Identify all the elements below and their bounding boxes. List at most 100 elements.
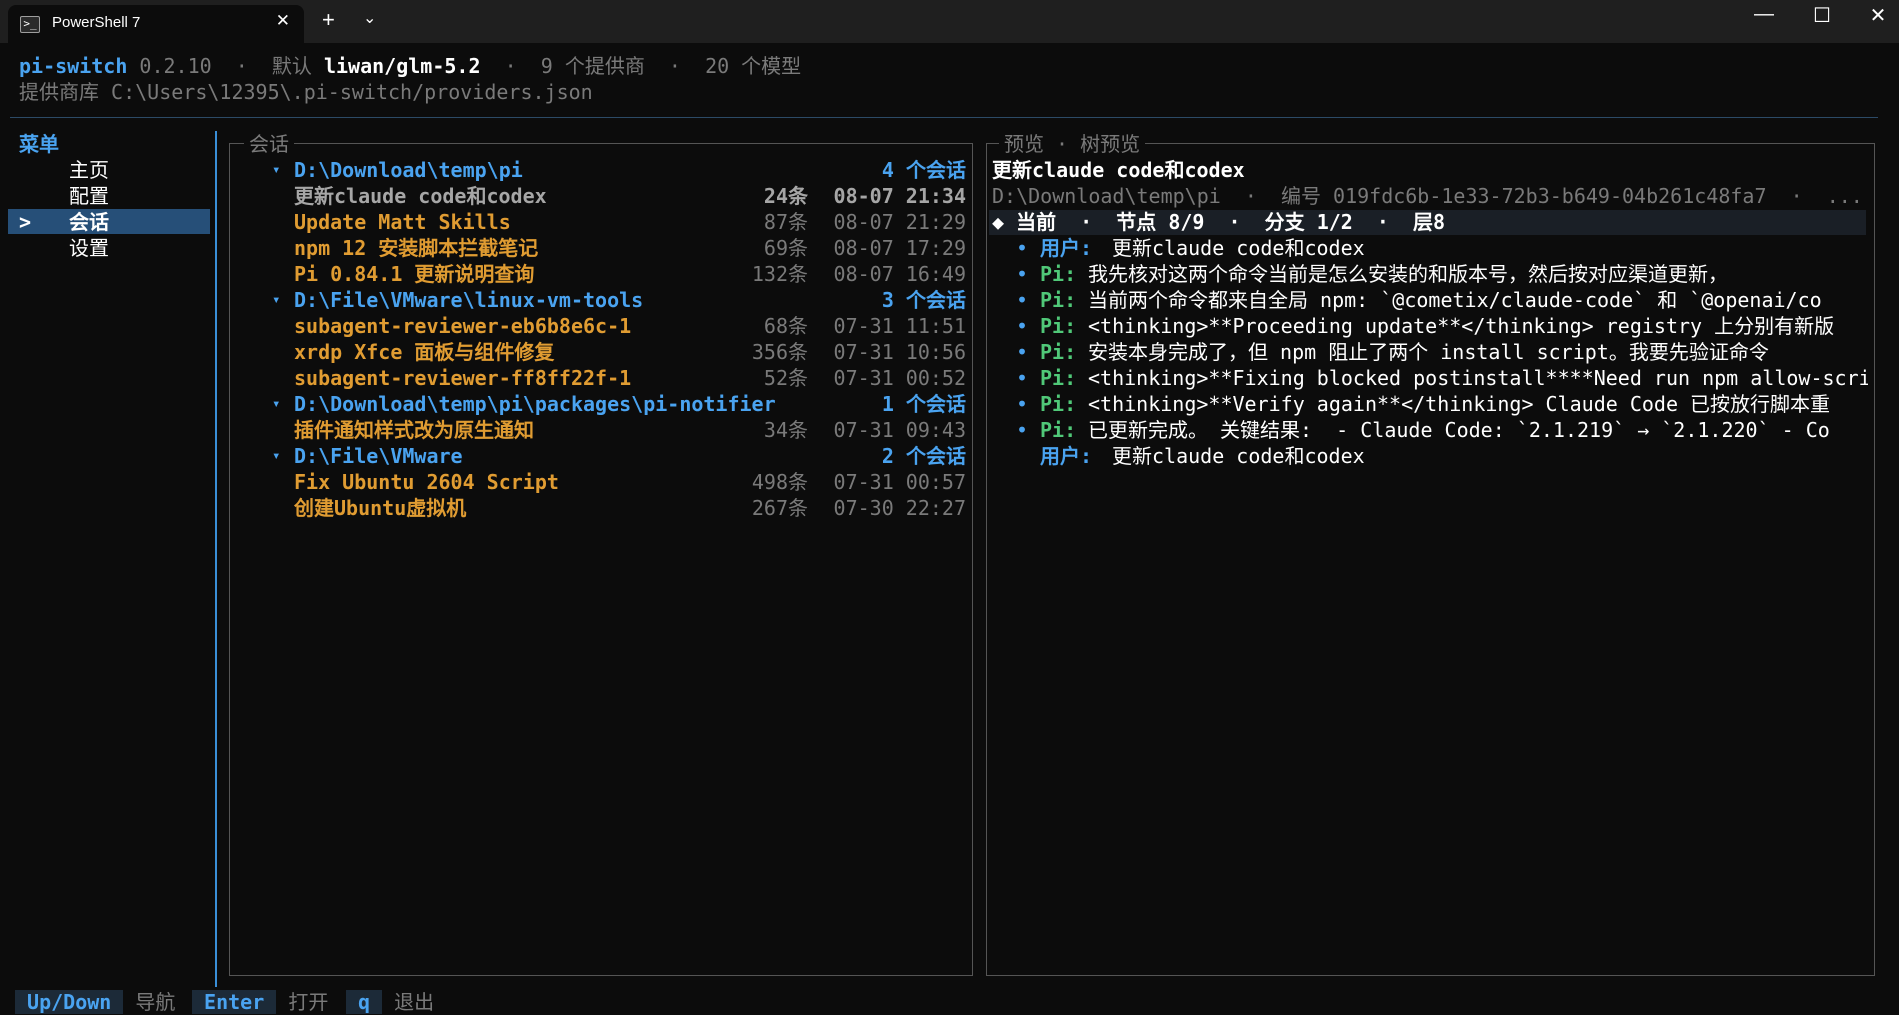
- default-label: 默认: [271, 54, 312, 78]
- session-time: 07-30 22:27: [833, 496, 966, 520]
- maximize-button[interactable]: ☐: [1802, 3, 1842, 28]
- session-row[interactable]: npm 12 安装脚本拦截笔记 69条 08-07 17:29: [294, 235, 966, 261]
- session-msg-count: 87条: [763, 210, 808, 234]
- session-time: 08-07 21:29: [833, 210, 966, 234]
- repo-label: 提供商库: [19, 80, 99, 104]
- session-group-count: 4 个会话: [881, 158, 966, 182]
- session-name: xrdp Xfce 面板与组件修复: [294, 340, 555, 364]
- preview-message[interactable]: • Pi: <thinking>**Verify again**</thinking…: [1016, 391, 1868, 417]
- session-row[interactable]: subagent-reviewer-eb6b8e6c-1 68条 07-31 11:…: [294, 313, 966, 339]
- preview-message[interactable]: • Pi: 当前两个命令都来自全局 npm: `@cometix/claude-co…: [1016, 287, 1868, 313]
- role-pi: Pi:: [1040, 262, 1077, 286]
- message-text: <thinking>**Fixing blocked postinstall**…: [1088, 366, 1868, 390]
- separator: ·: [668, 54, 681, 78]
- preview-message[interactable]: • Pi: <thinking>**Proceeding update**</thi…: [1016, 313, 1868, 339]
- session-name: subagent-reviewer-ff8ff22f-1: [294, 366, 632, 390]
- powershell-icon: >_: [20, 16, 40, 33]
- current-node-line: ◆ 当前 · 节点 8/9 · 分支 1/2 · 层8: [992, 210, 1446, 234]
- session-time: 07-31 09:43: [833, 418, 966, 442]
- close-window-button[interactable]: ✕: [1858, 3, 1898, 28]
- footer-shortcut[interactable]: Enter 打开: [192, 989, 328, 1015]
- menu-item-config[interactable]: 配置: [69, 183, 109, 209]
- message-text: 安装本身完成了，但 npm 阻止了两个 install script。我要先验证…: [1088, 340, 1769, 364]
- session-row[interactable]: Fix Ubuntu 2604 Script 498条 07-31 00:57: [294, 469, 966, 495]
- session-row[interactable]: 创建Ubuntu虚拟机 267条 07-30 22:27: [294, 495, 966, 521]
- session-msg-count: 132条: [751, 262, 808, 286]
- menu-item-home[interactable]: 主页: [69, 157, 109, 183]
- menu-divider: [215, 131, 217, 987]
- preview-message[interactable]: • Pi: <thinking>**Fixing blocked postinsta…: [1016, 365, 1868, 391]
- preview-message[interactable]: 用户: 更新claude code和codex: [1016, 443, 1868, 469]
- role-pi: Pi:: [1040, 366, 1077, 390]
- bullet-icon: •: [1016, 288, 1029, 312]
- tab-dropdown-icon[interactable]: ⌄: [363, 8, 376, 28]
- session-time: 07-31 00:57: [833, 470, 966, 494]
- new-tab-button[interactable]: +: [322, 7, 335, 33]
- expand-arrow-icon[interactable]: ▾: [272, 157, 280, 183]
- message-text: 当前两个命令都来自全局 npm: `@cometix/claude-code` …: [1088, 288, 1822, 312]
- menu-selection-highlight: [8, 209, 210, 234]
- footer-shortcut[interactable]: q 退出: [346, 989, 434, 1015]
- bullet-icon: •: [1016, 418, 1029, 442]
- role-user: 用户:: [1040, 444, 1093, 468]
- header-divider: [10, 117, 1878, 118]
- session-row[interactable]: subagent-reviewer-ff8ff22f-1 52条 07-31 00:…: [294, 365, 966, 391]
- minimize-button[interactable]: —: [1744, 3, 1784, 26]
- menu-item-sessions[interactable]: 会话: [69, 209, 109, 235]
- expand-arrow-icon[interactable]: ▾: [272, 443, 280, 469]
- header-line: pi-switch 0.2.10 · 默认 liwan/glm-5.2 · 9 …: [19, 53, 801, 79]
- bullet-icon: •: [1016, 366, 1029, 390]
- session-row[interactable]: 插件通知样式改为原生通知 34条 07-31 09:43: [294, 417, 966, 443]
- session-msg-count: 68条: [763, 314, 808, 338]
- session-row[interactable]: 更新claude code和codex 24条 08-07 21:34: [294, 183, 966, 209]
- session-name: Fix Ubuntu 2604 Script: [294, 470, 559, 494]
- session-msg-count: 52条: [763, 366, 808, 390]
- bullet-icon: •: [1016, 262, 1029, 286]
- app-version: 0.2.10: [139, 54, 212, 78]
- session-name: 插件通知样式改为原生通知: [294, 418, 534, 442]
- message-text: 已更新完成。 关键结果: - Claude Code: `2.1.219` → …: [1088, 418, 1830, 442]
- session-time: 08-07 17:29: [833, 236, 966, 260]
- session-group-row[interactable]: ▾ D:\File\VMware 2 个会话: [272, 443, 966, 469]
- role-pi: Pi:: [1040, 288, 1077, 312]
- session-group-row[interactable]: ▾ D:\File\VMware\linux-vm-tools 3 个会话: [272, 287, 966, 313]
- session-group-row[interactable]: ▾ D:\Download\temp\pi 4 个会话: [272, 157, 966, 183]
- session-name: npm 12 安装脚本拦截笔记: [294, 236, 539, 260]
- app-name: pi-switch: [19, 54, 128, 78]
- session-msg-count: 356条: [751, 340, 808, 364]
- message-text: <thinking>**Proceeding update**</thinkin…: [1088, 314, 1835, 338]
- session-name: Update Matt Skills: [294, 210, 511, 234]
- session-group-path: D:\File\VMware: [294, 444, 463, 468]
- bullet-icon: •: [1016, 314, 1029, 338]
- repo-line: 提供商库 C:\Users\12395\.pi-switch/providers…: [19, 79, 593, 105]
- role-pi: Pi:: [1040, 392, 1077, 416]
- footer-key: Up/Down: [15, 990, 124, 1014]
- message-text: 更新claude code和codex: [1112, 236, 1365, 260]
- models-count: 20 个模型: [705, 54, 802, 78]
- preview-message[interactable]: • Pi: 已更新完成。 关键结果: - Claude Code: `2.1.219…: [1016, 417, 1868, 443]
- session-time: 08-07 21:34: [833, 184, 966, 208]
- preview-message[interactable]: • Pi: 我先核对这两个命令当前是怎么安装的和版本号，然后按对应渠道更新，: [1016, 261, 1868, 287]
- session-row[interactable]: Pi 0.84.1 更新说明查询 132条 08-07 16:49: [294, 261, 966, 287]
- session-time: 07-31 00:52: [833, 366, 966, 390]
- separator: ·: [235, 54, 248, 78]
- preview-panel-title: 预览 · 树预览: [999, 131, 1146, 157]
- expand-arrow-icon[interactable]: ▾: [272, 391, 280, 417]
- session-msg-count: 498条: [751, 470, 808, 494]
- preview-message[interactable]: • 用户: 更新claude code和codex: [1016, 235, 1868, 261]
- session-row[interactable]: Update Matt Skills 87条 08-07 21:29: [294, 209, 966, 235]
- menu-title: 菜单: [19, 132, 59, 156]
- menu-item-settings[interactable]: 设置: [69, 235, 109, 261]
- session-group-count: 2 个会话: [881, 444, 966, 468]
- expand-arrow-icon[interactable]: ▾: [272, 287, 280, 313]
- bullet-icon: •: [1016, 236, 1029, 260]
- bullet-icon: •: [1016, 340, 1029, 364]
- tab-close-icon[interactable]: ✕: [276, 11, 290, 31]
- footer-shortcut[interactable]: Up/Down 导航: [15, 989, 175, 1015]
- preview-message[interactable]: • Pi: 安装本身完成了，但 npm 阻止了两个 install script。我…: [1016, 339, 1868, 365]
- session-group-count: 1 个会话: [881, 392, 966, 416]
- session-group-row[interactable]: ▾ D:\Download\temp\pi\packages\pi-notifie…: [272, 391, 966, 417]
- session-time: 07-31 11:51: [833, 314, 966, 338]
- tab-powershell[interactable]: >_ PowerShell 7 ✕: [8, 5, 304, 43]
- session-row[interactable]: xrdp Xfce 面板与组件修复 356条 07-31 10:56: [294, 339, 966, 365]
